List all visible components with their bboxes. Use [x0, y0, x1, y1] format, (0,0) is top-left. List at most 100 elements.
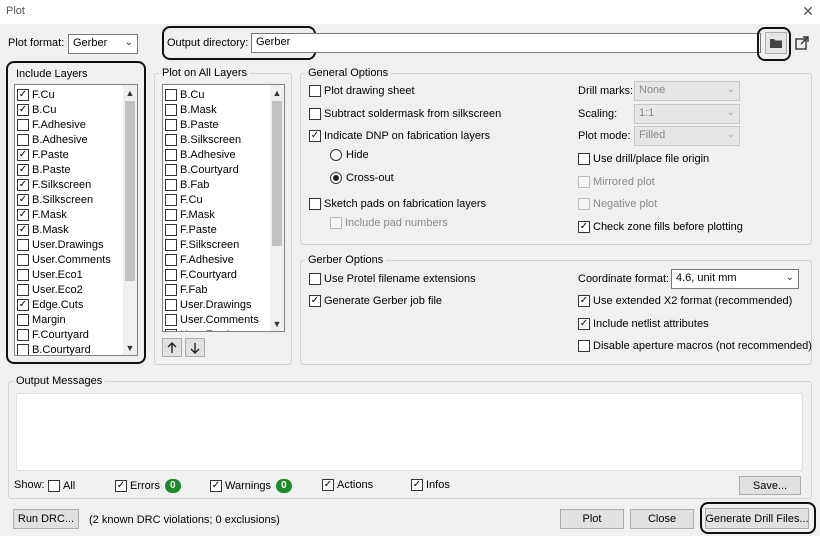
use-drill-origin-option[interactable]: Use drill/place file origin — [578, 153, 709, 165]
all-layers-row[interactable]: F.Paste — [165, 222, 217, 237]
include-layer-row[interactable]: ✓ F.Mask — [17, 207, 67, 222]
include-layer-checkbox[interactable]: ✓ — [17, 193, 29, 206]
filter-infos-checkbox[interactable]: ✓ — [411, 479, 423, 491]
all-layers-checkbox[interactable] — [165, 268, 177, 281]
all-layers-checkbox[interactable] — [165, 223, 177, 236]
include-layer-row[interactable]: User.Comments — [17, 252, 111, 267]
check-zone-fills-option[interactable]: ✓ Check zone fills before plotting — [578, 221, 743, 233]
include-layer-row[interactable]: ✓ B.Cu — [17, 102, 56, 117]
all-layers-checkbox[interactable] — [165, 238, 177, 251]
include-layer-row[interactable]: ✓ F.Paste — [17, 147, 69, 162]
filter-infos-option[interactable]: ✓ Infos — [411, 479, 450, 491]
sketch-pads-checkbox[interactable] — [309, 198, 321, 210]
negative-plot-checkbox[interactable] — [578, 198, 590, 210]
all-layers-checkbox[interactable] — [165, 178, 177, 191]
include-pad-numbers-checkbox[interactable] — [330, 217, 342, 229]
scaling-select[interactable]: 1:1 ⌄ — [634, 104, 740, 124]
include-layer-checkbox[interactable]: ✓ — [17, 103, 29, 116]
all-layers-checkbox[interactable] — [165, 118, 177, 131]
all-layers-checkbox[interactable] — [165, 208, 177, 221]
all-layers-row[interactable]: F.Silkscreen — [165, 237, 239, 252]
all-layers-checkbox[interactable] — [165, 193, 177, 206]
all-layers-checkbox[interactable] — [165, 133, 177, 146]
include-layer-row[interactable]: B.Courtyard — [17, 342, 91, 355]
include-layer-row[interactable]: ✓ F.Cu — [17, 87, 55, 102]
include-layer-checkbox[interactable] — [17, 328, 29, 341]
all-layers-row[interactable]: User.Comments — [165, 312, 259, 327]
save-messages-button[interactable]: Save... — [739, 476, 801, 495]
include-layer-checkbox[interactable] — [17, 268, 29, 281]
filter-actions-checkbox[interactable]: ✓ — [322, 479, 334, 491]
sketch-pads-option[interactable]: Sketch pads on fabrication layers — [309, 198, 486, 210]
all-layers-row[interactable]: B.Courtyard — [165, 162, 239, 177]
plot-format-select[interactable]: Gerber ⌄ — [68, 34, 138, 54]
browse-folder-button[interactable] — [765, 32, 787, 54]
check-zone-fills-checkbox[interactable]: ✓ — [578, 221, 590, 233]
disable-aperture-checkbox[interactable] — [578, 340, 590, 352]
all-layers-row[interactable]: F.Fab — [165, 282, 208, 297]
include-layer-checkbox[interactable] — [17, 253, 29, 266]
all-layers-scrollbar[interactable]: ▲ ▼ — [270, 85, 284, 331]
include-layer-checkbox[interactable] — [17, 313, 29, 326]
include-pad-numbers-option[interactable]: Include pad numbers — [330, 217, 448, 229]
all-layers-row[interactable]: F.Mask — [165, 207, 215, 222]
all-layers-row[interactable]: User.Drawings — [165, 297, 252, 312]
scroll-thumb[interactable] — [272, 101, 282, 246]
all-layers-row[interactable]: B.Silkscreen — [165, 132, 241, 147]
include-layer-checkbox[interactable]: ✓ — [17, 298, 29, 311]
all-layers-checkbox[interactable] — [165, 88, 177, 101]
all-layers-checkbox[interactable] — [165, 313, 177, 326]
include-layer-checkbox[interactable]: ✓ — [17, 88, 29, 101]
subtract-soldermask-checkbox[interactable] — [309, 108, 321, 120]
gerber-job-checkbox[interactable]: ✓ — [309, 295, 321, 307]
use-drill-origin-checkbox[interactable] — [578, 153, 590, 165]
include-layer-row[interactable]: F.Adhesive — [17, 117, 86, 132]
indicate-dnp-checkbox[interactable]: ✓ — [309, 130, 321, 142]
mirrored-plot-checkbox[interactable] — [578, 176, 590, 188]
scroll-down-icon[interactable]: ▼ — [270, 317, 284, 331]
plot-button[interactable]: Plot — [560, 509, 624, 529]
all-layers-row[interactable]: B.Mask — [165, 102, 217, 117]
indicate-dnp-option[interactable]: ✓ Indicate DNP on fabrication layers — [309, 130, 490, 142]
include-layer-checkbox[interactable]: ✓ — [17, 148, 29, 161]
subtract-soldermask-option[interactable]: Subtract soldermask from silkscreen — [309, 108, 501, 120]
dnp-hide-radio[interactable] — [330, 149, 342, 161]
open-directory-button[interactable] — [792, 33, 812, 53]
filter-all-option[interactable]: All — [48, 480, 75, 492]
disable-aperture-option[interactable]: Disable aperture macros (not recommended… — [578, 340, 812, 352]
close-icon[interactable]: ✕ — [800, 3, 816, 19]
include-layer-checkbox[interactable] — [17, 283, 29, 296]
run-drc-button[interactable]: Run DRC... — [13, 509, 79, 529]
all-layers-row[interactable]: User.Eco1 — [165, 327, 231, 331]
include-layer-row[interactable]: ✓ B.Paste — [17, 162, 71, 177]
filter-all-checkbox[interactable] — [48, 480, 60, 492]
include-layers-list[interactable]: ✓ F.Cu ✓ B.Cu F.Adhesive B.Adhesive ✓ F.Paste ✓ B… — [14, 84, 138, 356]
move-up-button[interactable] — [162, 338, 182, 357]
scroll-up-icon[interactable]: ▲ — [123, 86, 137, 100]
close-button[interactable]: Close — [630, 509, 694, 529]
all-layers-checkbox[interactable] — [165, 328, 177, 331]
mirrored-plot-option[interactable]: Mirrored plot — [578, 176, 655, 188]
include-layer-row[interactable]: User.Drawings — [17, 237, 104, 252]
all-layers-row[interactable]: B.Paste — [165, 117, 219, 132]
include-layer-row[interactable]: ✓ B.Mask — [17, 222, 69, 237]
all-layers-row[interactable]: B.Adhesive — [165, 147, 236, 162]
scroll-thumb[interactable] — [125, 101, 135, 281]
include-layer-row[interactable]: B.Adhesive — [17, 132, 88, 147]
include-layer-checkbox[interactable] — [17, 343, 29, 355]
include-layer-checkbox[interactable]: ✓ — [17, 178, 29, 191]
all-layers-row[interactable]: B.Fab — [165, 177, 209, 192]
dnp-crossout-option[interactable]: Cross-out — [330, 172, 394, 184]
protel-ext-option[interactable]: Use Protel filename extensions — [309, 273, 476, 285]
move-down-button[interactable] — [185, 338, 205, 357]
generate-drill-files-button[interactable]: Generate Drill Files... — [705, 508, 809, 529]
filter-errors-option[interactable]: ✓ Errors 0 — [115, 479, 181, 493]
plot-on-all-layers-list[interactable]: B.Cu B.Mask B.Paste B.Silkscreen B.Adhesive B… — [162, 84, 285, 332]
plot-mode-select[interactable]: Filled ⌄ — [634, 126, 740, 146]
include-layer-checkbox[interactable] — [17, 118, 29, 131]
include-layer-row[interactable]: ✓ F.Silkscreen — [17, 177, 91, 192]
all-layers-row[interactable]: F.Courtyard — [165, 267, 237, 282]
include-layer-row[interactable]: ✓ B.Silkscreen — [17, 192, 93, 207]
gerber-job-option[interactable]: ✓ Generate Gerber job file — [309, 295, 442, 307]
coord-format-select[interactable]: 4.6, unit mm ⌄ — [671, 269, 799, 289]
